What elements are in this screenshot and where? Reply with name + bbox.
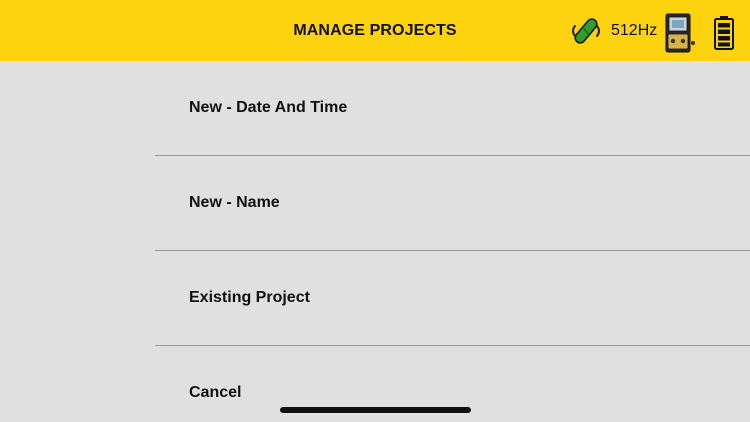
top-bar: MANAGE PROJECTS 512Hz <box>0 0 750 61</box>
menu-item-label: Cancel <box>189 384 242 401</box>
detector-device-icon[interactable] <box>664 13 696 53</box>
menu-item-label: New - Date And Time <box>189 99 348 116</box>
project-menu: New - Date And Time New - Name Existing … <box>155 61 750 422</box>
menu-item-new-name[interactable]: New - Name <box>155 156 750 251</box>
menu-item-label: New - Name <box>189 194 280 211</box>
home-indicator[interactable] <box>280 407 471 413</box>
menu-item-label: Existing Project <box>189 289 310 306</box>
app-screen: MANAGE PROJECTS 512Hz New - Date And Tim… <box>0 0 750 422</box>
frequency-readout: 512Hz <box>611 22 658 39</box>
battery-icon <box>714 16 734 50</box>
menu-item-existing-project[interactable]: Existing Project <box>155 251 750 346</box>
menu-item-new-date-time[interactable]: New - Date And Time <box>155 61 750 156</box>
probe-signal-icon[interactable] <box>570 14 602 48</box>
